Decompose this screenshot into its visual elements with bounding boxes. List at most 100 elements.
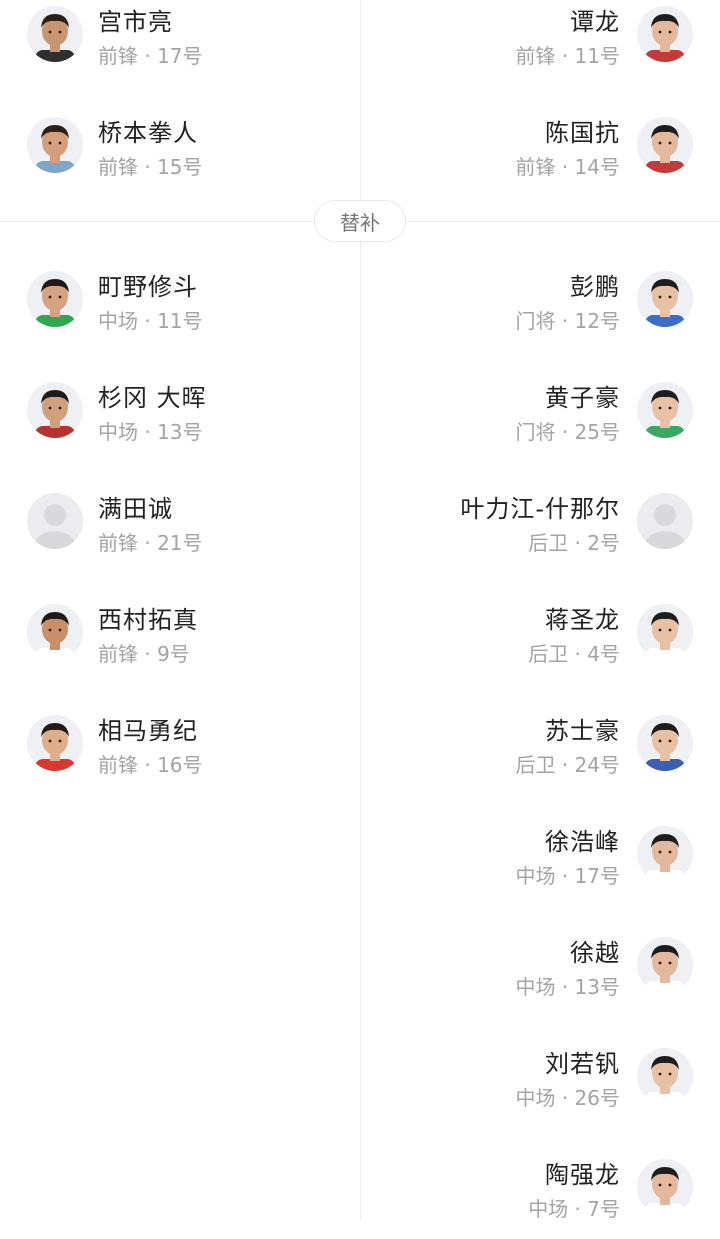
player-name: 蒋圣龙 — [545, 606, 620, 634]
player-row[interactable]: 谭龙 前锋 · 11号 — [362, 6, 702, 86]
separator-dot: · — [138, 642, 158, 666]
player-position: 后卫 — [528, 531, 569, 555]
player-name: 徐越 — [570, 939, 620, 967]
separator-dot: · — [138, 309, 158, 333]
player-number: 26号 — [574, 1086, 620, 1110]
player-position: 门将 — [515, 309, 556, 333]
player-name: 相马勇纪 — [98, 717, 198, 745]
player-row[interactable]: 桥本拳人前锋 · 15号 — [0, 117, 340, 197]
separator-dot: · — [138, 44, 158, 68]
player-position: 后卫 — [528, 642, 569, 666]
player-avatar — [27, 604, 83, 660]
player-row[interactable]: 杉冈 大晖中场 · 13号 — [0, 382, 340, 462]
player-row[interactable]: 宫市亮前锋 · 17号 — [0, 6, 340, 86]
separator-dot: · — [138, 155, 158, 179]
player-position-number: 后卫 · 2号 — [528, 527, 620, 556]
player-number: 17号 — [157, 44, 203, 68]
player-row[interactable]: 徐越 中场 · 13号 — [362, 937, 702, 1017]
player-number: 7号 — [587, 1197, 620, 1221]
player-avatar — [637, 271, 693, 327]
player-number: 9号 — [157, 642, 190, 666]
player-position: 中场 — [528, 1197, 569, 1221]
player-row[interactable]: 西村拓真 前锋 · 9号 — [0, 604, 340, 684]
player-position: 门将 — [515, 420, 556, 444]
separator-dot: · — [568, 642, 588, 666]
player-number: 11号 — [574, 44, 620, 68]
substitutes-section-label: 替补 — [314, 200, 406, 242]
player-avatar — [27, 715, 83, 771]
player-avatar — [637, 1048, 693, 1104]
player-row[interactable]: 陶强龙中场 · 7号 — [362, 1159, 702, 1239]
player-position-number: 后卫 · 24号 — [515, 749, 620, 778]
player-position: 前锋 — [98, 642, 138, 666]
player-number: 4号 — [587, 642, 620, 666]
player-row[interactable]: 叶力江-什那尔后卫 · 2号 — [362, 493, 702, 573]
player-name: 徐浩峰 — [545, 828, 620, 856]
separator-dot: · — [555, 309, 575, 333]
player-position-number: 中场 · 13号 — [98, 416, 203, 445]
player-number: 17号 — [574, 864, 620, 888]
player-position: 前锋 — [515, 155, 556, 179]
player-row[interactable]: 黄子豪门将 · 25号 — [362, 382, 702, 462]
player-name: 宫市亮 — [98, 8, 173, 36]
player-position-number: 中场 · 17号 — [515, 860, 620, 889]
player-number: 15号 — [157, 155, 203, 179]
player-position: 前锋 — [515, 44, 556, 68]
player-position-number: 门将 · 25号 — [515, 416, 620, 445]
player-row[interactable]: 蒋圣龙后卫 · 4号 — [362, 604, 702, 684]
player-avatar — [637, 937, 693, 993]
player-row[interactable]: 徐浩峰中场 · 17号 — [362, 826, 702, 906]
player-name: 杉冈 大晖 — [98, 384, 207, 412]
separator-dot: · — [555, 420, 575, 444]
player-position: 前锋 — [98, 155, 138, 179]
player-position: 中场 — [515, 864, 556, 888]
separator-dot: · — [555, 44, 575, 68]
separator-dot: · — [555, 155, 575, 179]
player-avatar — [637, 117, 693, 173]
player-name: 陶强龙 — [545, 1161, 620, 1189]
player-position-number: 前锋 · 16号 — [98, 749, 203, 778]
player-number: 13号 — [574, 975, 620, 999]
player-name: 叶力江-什那尔 — [460, 495, 620, 523]
center-divider — [360, 0, 361, 1220]
player-row[interactable]: 相马勇纪前锋 · 16号 — [0, 715, 340, 795]
player-row[interactable]: 町野修斗 中场 · 11号 — [0, 271, 340, 351]
player-row[interactable]: 陈国抗前锋 · 14号 — [362, 117, 702, 197]
player-position-number: 前锋 · 14号 — [515, 151, 620, 180]
player-name: 满田诚 — [98, 495, 173, 523]
player-number: 25号 — [574, 420, 620, 444]
player-position-number: 中场 · 11号 — [98, 305, 203, 334]
player-number: 11号 — [157, 309, 203, 333]
player-position-number: 前锋 · 11号 — [515, 40, 620, 69]
player-position-number: 前锋 · 21号 — [98, 527, 203, 556]
player-name: 陈国抗 — [545, 119, 620, 147]
player-avatar — [27, 382, 83, 438]
player-avatar — [637, 1159, 693, 1215]
player-avatar — [637, 382, 693, 438]
player-avatar — [637, 604, 693, 660]
player-name: 黄子豪 — [545, 384, 620, 412]
separator-dot: · — [555, 864, 575, 888]
player-position: 前锋 — [98, 44, 138, 68]
player-position-number: 前锋 · 15号 — [98, 151, 203, 180]
separator-dot: · — [555, 975, 575, 999]
player-name: 彭鹏 — [570, 273, 620, 301]
player-number: 12号 — [574, 309, 620, 333]
player-name: 刘若钒 — [545, 1050, 620, 1078]
player-position-number: 门将 · 12号 — [515, 305, 620, 334]
player-row[interactable]: 苏士豪 后卫 · 24号 — [362, 715, 702, 795]
player-row[interactable]: 刘若钒 中场 · 26号 — [362, 1048, 702, 1128]
player-position: 后卫 — [515, 753, 556, 777]
player-row[interactable]: 彭鹏 门将 · 12号 — [362, 271, 702, 351]
player-avatar — [637, 715, 693, 771]
separator-dot: · — [138, 753, 158, 777]
player-row[interactable]: 满田诚前锋 · 21号 — [0, 493, 340, 573]
separator-dot: · — [568, 1197, 588, 1221]
player-position-number: 前锋 · 9号 — [98, 638, 190, 667]
player-position: 中场 — [515, 1086, 556, 1110]
player-number: 14号 — [574, 155, 620, 179]
player-position: 中场 — [515, 975, 556, 999]
player-number: 16号 — [157, 753, 203, 777]
player-name: 桥本拳人 — [98, 119, 198, 147]
player-number: 24号 — [574, 753, 620, 777]
